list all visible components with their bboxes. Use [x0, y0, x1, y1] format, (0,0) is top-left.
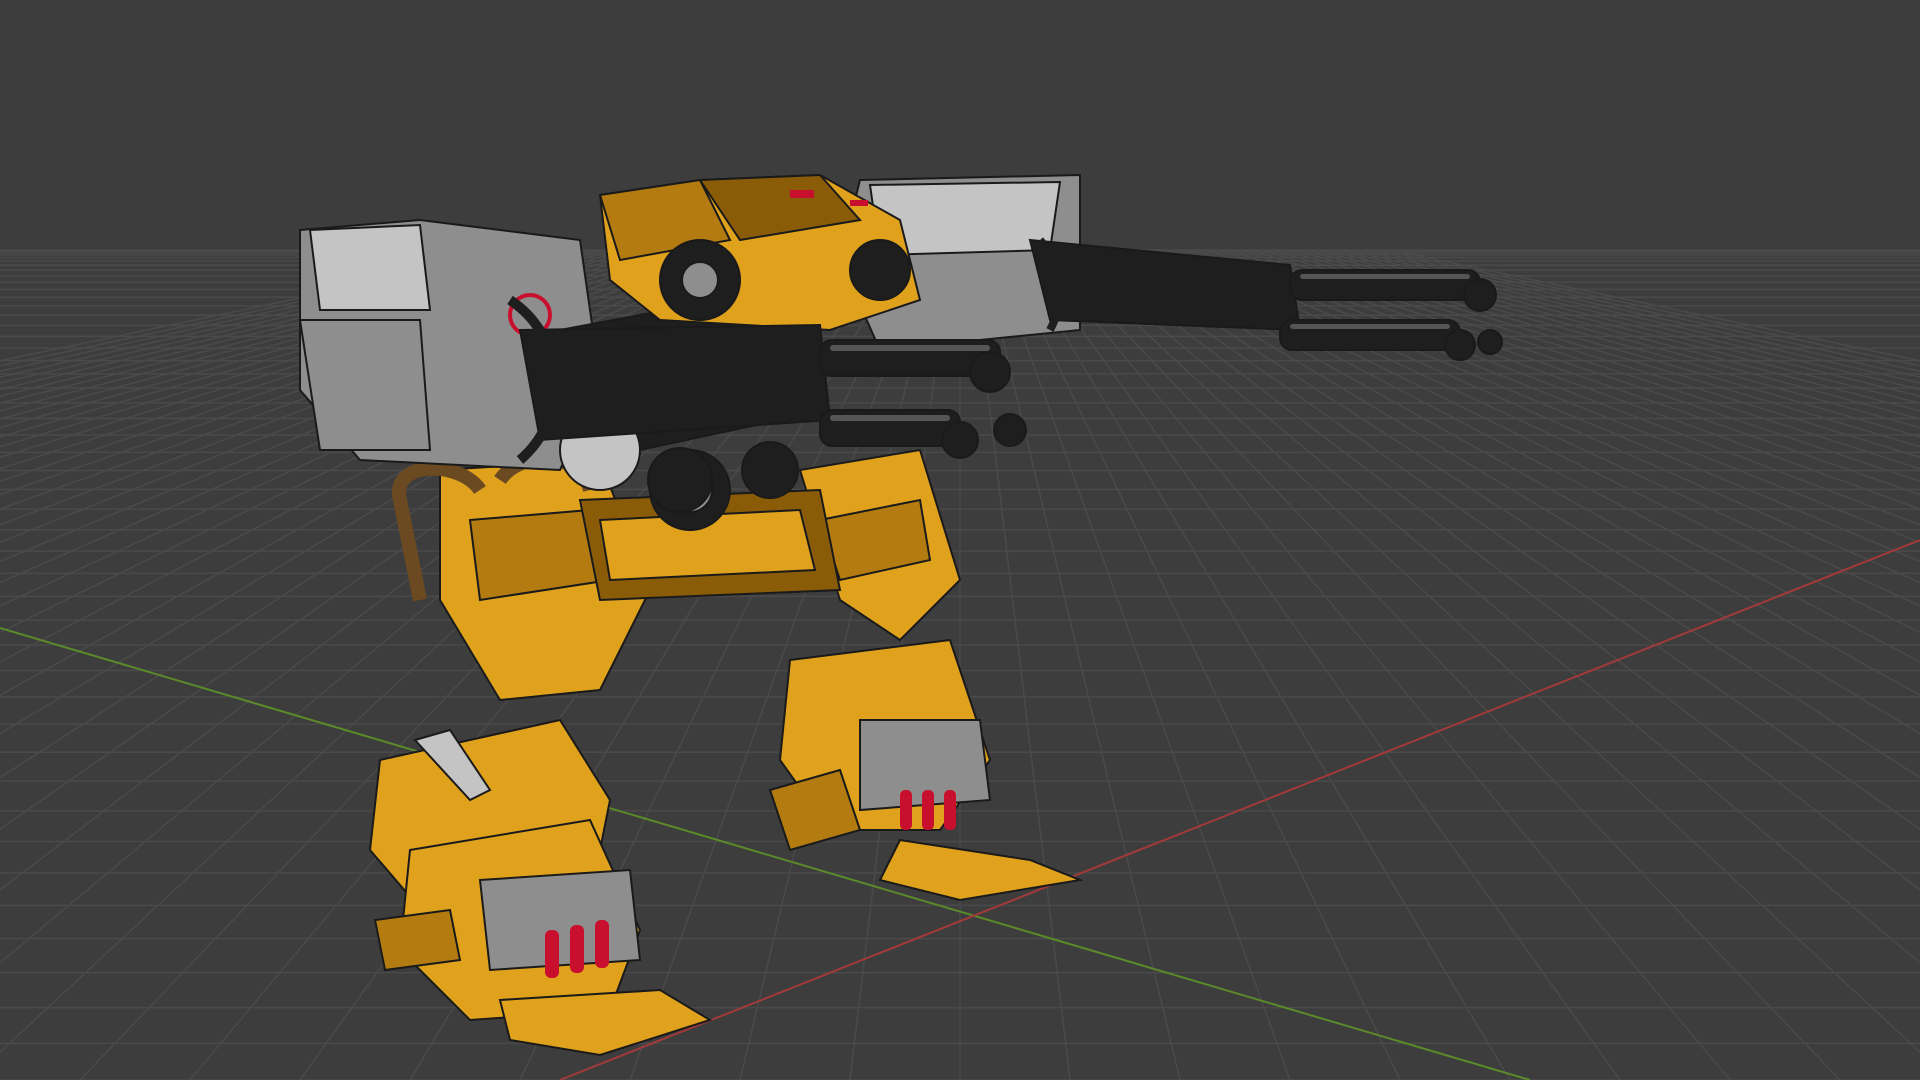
y-axis-line — [0, 627, 1531, 1080]
3d-viewport[interactable] — [0, 0, 1920, 1080]
x-axis-line — [559, 539, 1920, 1080]
viewport-canvas[interactable] — [0, 0, 1920, 1080]
mech-walker-model[interactable] — [298, 173, 1503, 1057]
